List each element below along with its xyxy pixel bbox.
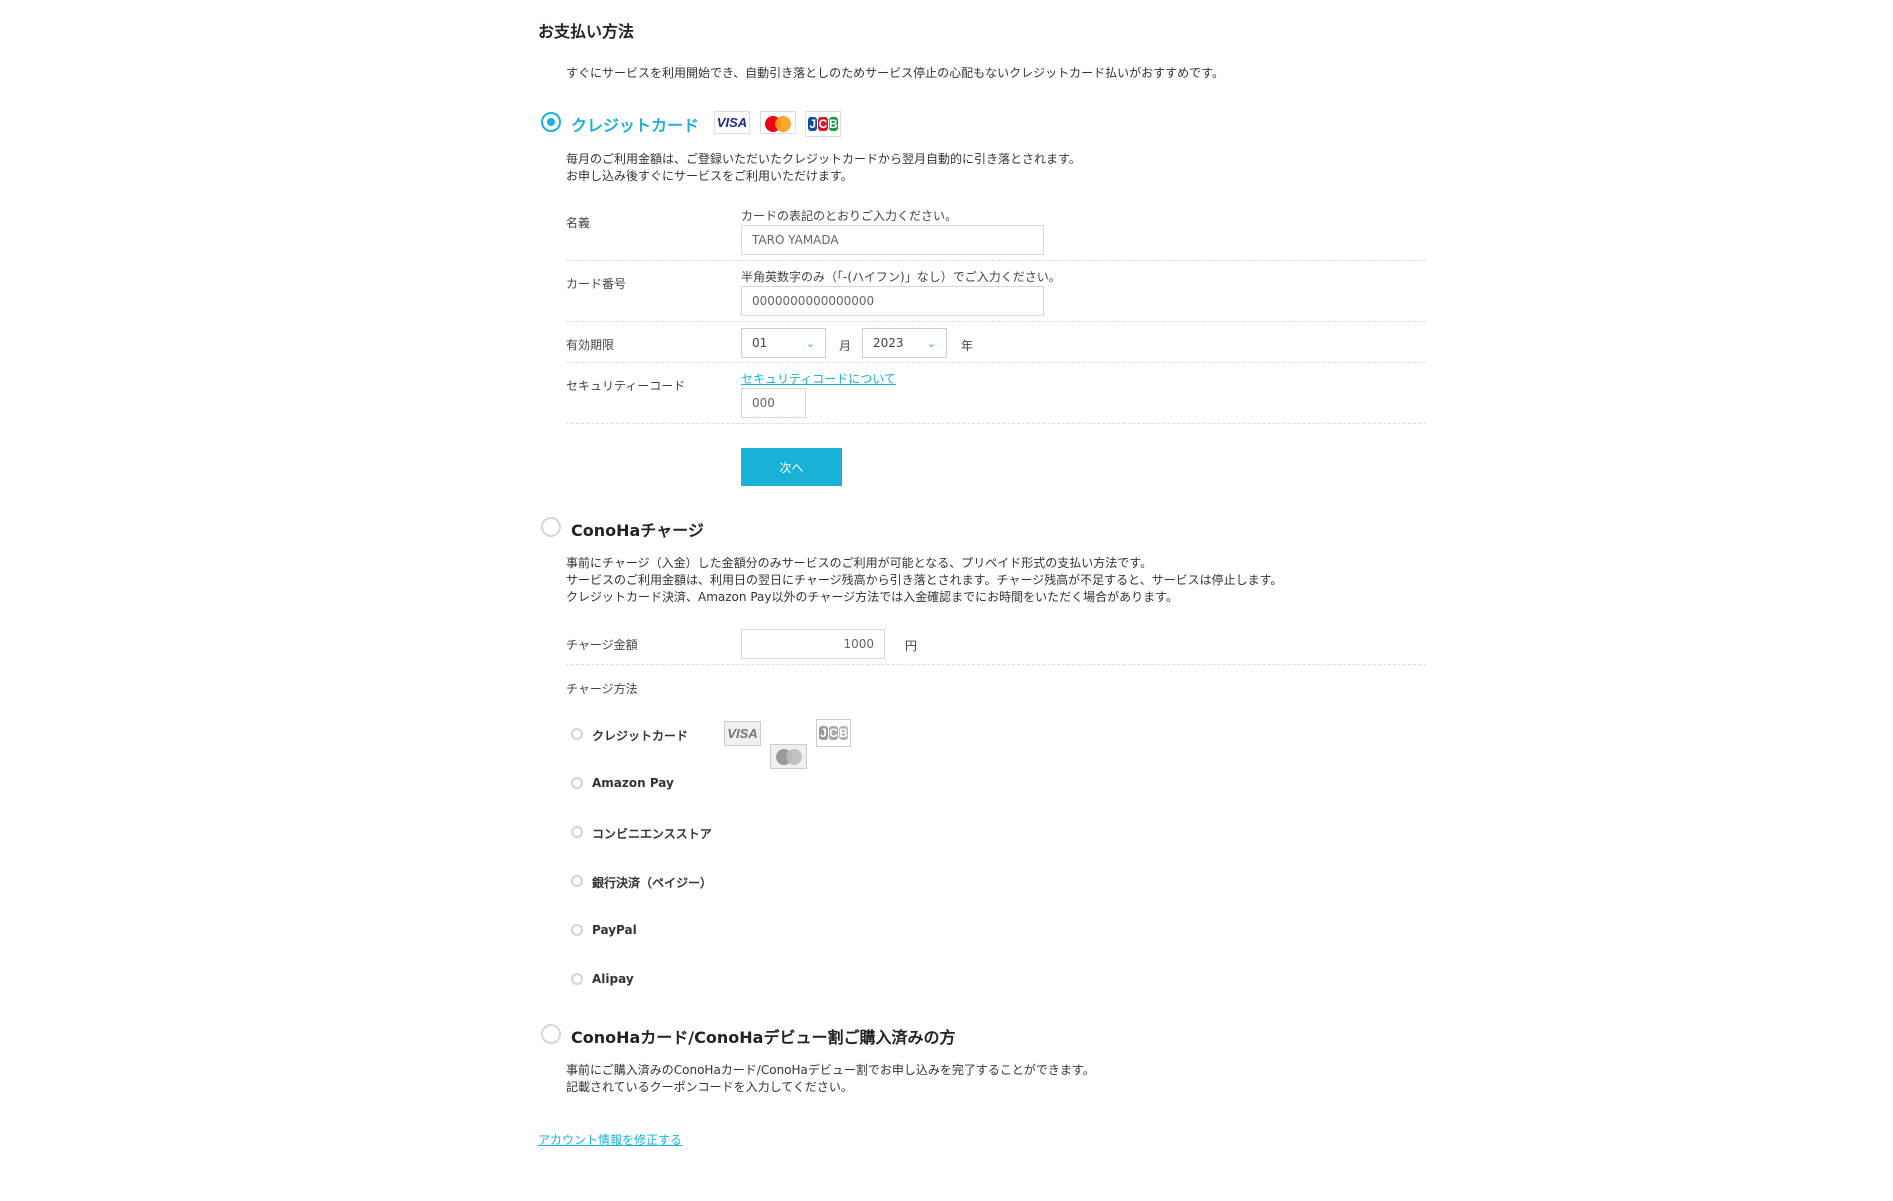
conoha-charge-title: ConoHaチャージ (571, 521, 704, 540)
charge-method-credit-label: クレジットカード (592, 729, 689, 743)
divider (566, 664, 1426, 665)
charge-method-amazon-pay-label: Amazon Pay (592, 776, 674, 790)
page-title: お支払い方法 (538, 22, 635, 41)
charge-method-label: チャージ方法 (566, 682, 638, 696)
expiry-month-value: 01 (752, 336, 768, 350)
chevron-down-icon: ⌄ (805, 336, 815, 350)
security-code-label: セキュリティーコード (566, 379, 686, 393)
card-name-input[interactable]: TARO YAMADA (741, 225, 1044, 255)
month-unit: 月 (839, 339, 852, 353)
year-unit: 年 (961, 339, 974, 353)
next-button[interactable]: 次へ (741, 448, 842, 486)
credit-card-description: 毎月のご利用金額は、ご登録いただいたクレジットカードから翌月自動的に引き落とされ… (566, 152, 1081, 183)
chevron-down-icon: ⌄ (926, 336, 936, 350)
visa-icon: VISA (724, 721, 761, 746)
conoha-card-description: 事前にご購入済みのConoHaカード/ConoHaデビュー割でお申し込みを完了す… (566, 1063, 1095, 1094)
credit-card-radio[interactable] (541, 112, 561, 132)
conoha-charge-radio[interactable] (541, 517, 561, 537)
charge-method-convenience-store-label: コンビニエンスストア (592, 827, 712, 841)
charge-method-radio-amazon-pay[interactable] (571, 777, 583, 789)
charge-method-radio-paypal[interactable] (571, 924, 583, 936)
conoha-card-title: ConoHaカード/ConoHaデビュー割ご購入済みの方 (571, 1028, 956, 1047)
charge-method-radio-alipay[interactable] (571, 973, 583, 985)
expiry-year-select[interactable]: 2023 ⌄ (862, 328, 947, 358)
divider (566, 362, 1426, 363)
card-number-hint: 半角英数字のみ（「-(ハイフン)」なし）でご入力ください。 (741, 270, 1061, 284)
name-hint: カードの表記のとおりご入力ください。 (741, 209, 958, 223)
charge-amount-label: チャージ金額 (566, 638, 638, 652)
charge-method-bank-label: 銀行決済（ペイジー） (592, 876, 713, 890)
expiry-year-value: 2023 (873, 336, 904, 350)
charge-amount-unit: 円 (905, 639, 918, 653)
divider (566, 260, 1426, 261)
card-number-label: カード番号 (566, 277, 627, 291)
charge-amount-input[interactable]: 1000 (741, 629, 885, 659)
security-code-input[interactable]: 000 (741, 388, 806, 418)
jcb-icon: J C B (816, 719, 851, 747)
divider (566, 423, 1426, 424)
charge-method-radio-convenience-store[interactable] (571, 826, 583, 838)
charge-method-alipay-label: Alipay (592, 972, 634, 986)
credit-card-title: クレジットカード (571, 116, 700, 135)
conoha-card-radio[interactable] (541, 1024, 561, 1044)
charge-method-paypal-label: PayPal (592, 923, 637, 937)
jcb-icon: J C B (805, 111, 841, 137)
charge-method-radio-bank[interactable] (571, 875, 583, 887)
charge-method-radio-credit[interactable] (571, 728, 583, 740)
intro-text: すぐにサービスを利用開始でき、自動引き落としのためサービス停止の心配もないクレジ… (566, 66, 1224, 80)
expiry-month-select[interactable]: 01 ⌄ (741, 328, 826, 358)
edit-account-link[interactable]: アカウント情報を修正する (538, 1131, 682, 1148)
conoha-charge-description: 事前にチャージ（入金）した金額分のみサービスのご利用が可能となる、プリペイド形式… (566, 556, 1283, 604)
expiry-label: 有効期限 (566, 338, 615, 352)
security-code-help-link[interactable]: セキュリティコードについて (741, 370, 896, 387)
visa-icon: VISA (714, 111, 750, 134)
mastercard-icon (760, 111, 796, 134)
divider (566, 321, 1426, 322)
name-label: 名義 (566, 216, 591, 230)
mastercard-icon (770, 744, 807, 769)
card-number-input[interactable]: 0000000000000000 (741, 286, 1044, 316)
